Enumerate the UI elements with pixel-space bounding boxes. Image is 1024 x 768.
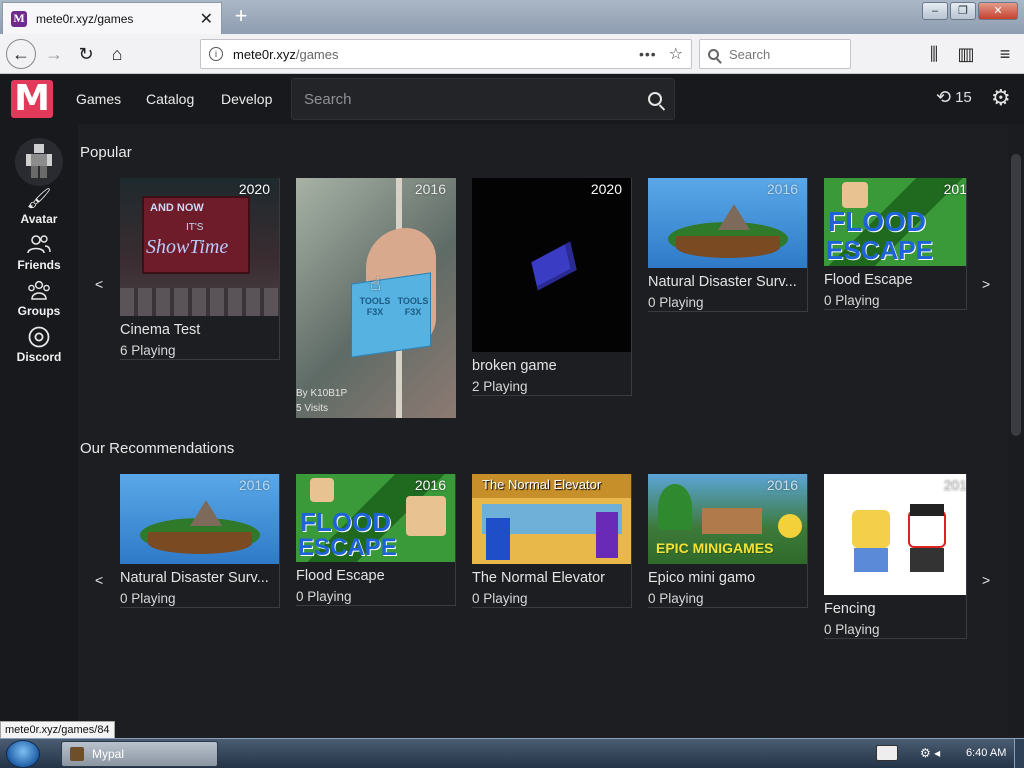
- search-icon: [708, 48, 719, 60]
- card-border: [472, 474, 632, 608]
- card-border: [120, 178, 280, 360]
- brush-icon: 🖌: [26, 188, 52, 210]
- status-link-preview: mete0r.xyz/games/84: [0, 721, 115, 739]
- keyboard-icon[interactable]: [876, 745, 898, 761]
- game-year: 2016: [414, 181, 446, 197]
- site-favicon-icon: M: [11, 10, 27, 27]
- currency-balance[interactable]: ⟲ 15: [936, 87, 972, 108]
- menu-icon[interactable]: ≡: [991, 40, 1019, 68]
- taskbar-item[interactable]: Mypal: [61, 741, 218, 767]
- left-sidebar: 🖌 Avatar Friends Groups Discord: [0, 124, 78, 736]
- sidebar-item-avatar[interactable]: 🖌 Avatar: [0, 188, 78, 226]
- thumb-text: F3X: [366, 307, 384, 317]
- gear-icon[interactable]: ⚙: [991, 85, 1011, 111]
- sidebar-item-discord[interactable]: Discord: [0, 326, 78, 364]
- browser-search-placeholder: Search: [729, 46, 771, 62]
- popular-prev-arrow[interactable]: <: [95, 276, 103, 292]
- site-search-input[interactable]: Search: [291, 78, 675, 120]
- browser-search-input[interactable]: Search: [699, 39, 851, 69]
- popular-next-arrow[interactable]: >: [982, 276, 990, 292]
- window-controls: – ❐ ✕: [922, 2, 1018, 20]
- tab-title: mete0r.xyz/games: [36, 11, 134, 26]
- thumb-text: F3X: [404, 307, 422, 317]
- bookmark-star-icon[interactable]: ☆: [669, 44, 683, 64]
- sidebar-item-label: Friends: [17, 258, 61, 272]
- recommendations-prev-arrow[interactable]: <: [95, 572, 103, 588]
- avatar[interactable]: [15, 138, 63, 186]
- section-title-recommendations: Our Recommendations: [80, 440, 235, 457]
- start-button[interactable]: [6, 740, 40, 768]
- new-tab-button[interactable]: +: [230, 4, 252, 28]
- library-icon[interactable]: ⫼: [920, 40, 948, 68]
- scrollbar-thumb[interactable]: [1011, 154, 1021, 436]
- page-info-icon[interactable]: i: [209, 47, 223, 61]
- card-border: [472, 178, 632, 396]
- maximize-button[interactable]: ❐: [950, 2, 976, 20]
- discord-icon: [0, 326, 78, 348]
- mouse-cursor-icon: ☝: [370, 274, 381, 294]
- home-icon[interactable]: ⌂: [103, 40, 131, 68]
- back-icon[interactable]: ←: [6, 39, 36, 69]
- clock[interactable]: 6:40 AM: [966, 747, 1006, 759]
- card-border: [648, 474, 808, 608]
- url-host: mete0r.xyz: [233, 46, 296, 62]
- thumb-text: TOOLS: [359, 296, 391, 306]
- game-card-f3x[interactable]: TOOLS F3X TOOLS F3X 2016 By K10B1P 5 Vis…: [296, 178, 456, 418]
- browser-tab-strip: M mete0r.xyz/games ✕ + – ❐ ✕: [0, 0, 1024, 34]
- sidebar-item-friends[interactable]: Friends: [0, 234, 78, 272]
- site-logo[interactable]: M: [11, 80, 53, 118]
- nav-games[interactable]: Games: [76, 91, 121, 107]
- game-creator: By K10B1P: [296, 388, 348, 399]
- minimize-button[interactable]: –: [922, 2, 948, 20]
- card-border: [120, 474, 280, 608]
- currency-count: 15: [955, 89, 972, 106]
- card-border: [648, 178, 808, 312]
- recommendations-next-arrow[interactable]: >: [982, 572, 990, 588]
- taskbar-item-label: Mypal: [92, 747, 125, 761]
- card-border: [824, 474, 967, 639]
- nav-develop[interactable]: Develop: [221, 91, 272, 107]
- os-taskbar: Mypal ⚙ ◂ 6:40 AM: [0, 738, 1024, 768]
- page-actions-icon[interactable]: •••: [639, 46, 657, 62]
- forward-icon[interactable]: →: [40, 40, 68, 68]
- close-window-button[interactable]: ✕: [978, 2, 1018, 20]
- game-visits: 5 Visits: [296, 403, 329, 414]
- site-search-placeholder: Search: [304, 90, 352, 108]
- avatar-figure-icon: [26, 144, 52, 178]
- nav-catalog[interactable]: Catalog: [146, 91, 194, 107]
- reload-icon[interactable]: ↻: [72, 40, 100, 68]
- currency-icon: ⟲: [936, 87, 952, 107]
- sidebar-toggle-icon[interactable]: ▥: [952, 40, 980, 68]
- url-bar[interactable]: i mete0r.xyz/games ••• ☆: [200, 39, 692, 69]
- section-title-popular: Popular: [80, 144, 132, 161]
- url-path: /games: [295, 46, 339, 62]
- sidebar-item-label: Discord: [16, 350, 62, 364]
- thumb-text: TOOLS: [397, 296, 429, 306]
- browser-tab[interactable]: M mete0r.xyz/games ✕: [2, 2, 222, 34]
- site-header: M Games Catalog Develop Search ⟲ 15 ⚙: [0, 74, 1024, 124]
- sidebar-item-groups[interactable]: Groups: [0, 280, 78, 318]
- browser-toolbar: ← → ↻ ⌂ i mete0r.xyz/games ••• ☆ Search …: [0, 34, 1024, 74]
- game-thumbnail: TOOLS F3X TOOLS F3X 2016 By K10B1P 5 Vis…: [296, 178, 456, 418]
- app-icon: [70, 747, 84, 761]
- friends-icon: [0, 234, 78, 256]
- search-icon[interactable]: [648, 92, 662, 106]
- show-desktop-button[interactable]: [1014, 739, 1024, 768]
- sidebar-item-label: Groups: [17, 304, 61, 318]
- games-page: Popular < > AND NOW IT'S ShowTime 2020 C…: [78, 124, 1008, 736]
- groups-icon: [0, 280, 78, 302]
- card-border: [824, 178, 967, 310]
- tab-close-icon[interactable]: ✕: [200, 9, 213, 29]
- tray-network-icon[interactable]: ⚙ ◂: [920, 746, 940, 760]
- page-scrollbar[interactable]: [1008, 124, 1024, 736]
- card-border: [296, 474, 456, 606]
- sidebar-item-label: Avatar: [20, 212, 58, 226]
